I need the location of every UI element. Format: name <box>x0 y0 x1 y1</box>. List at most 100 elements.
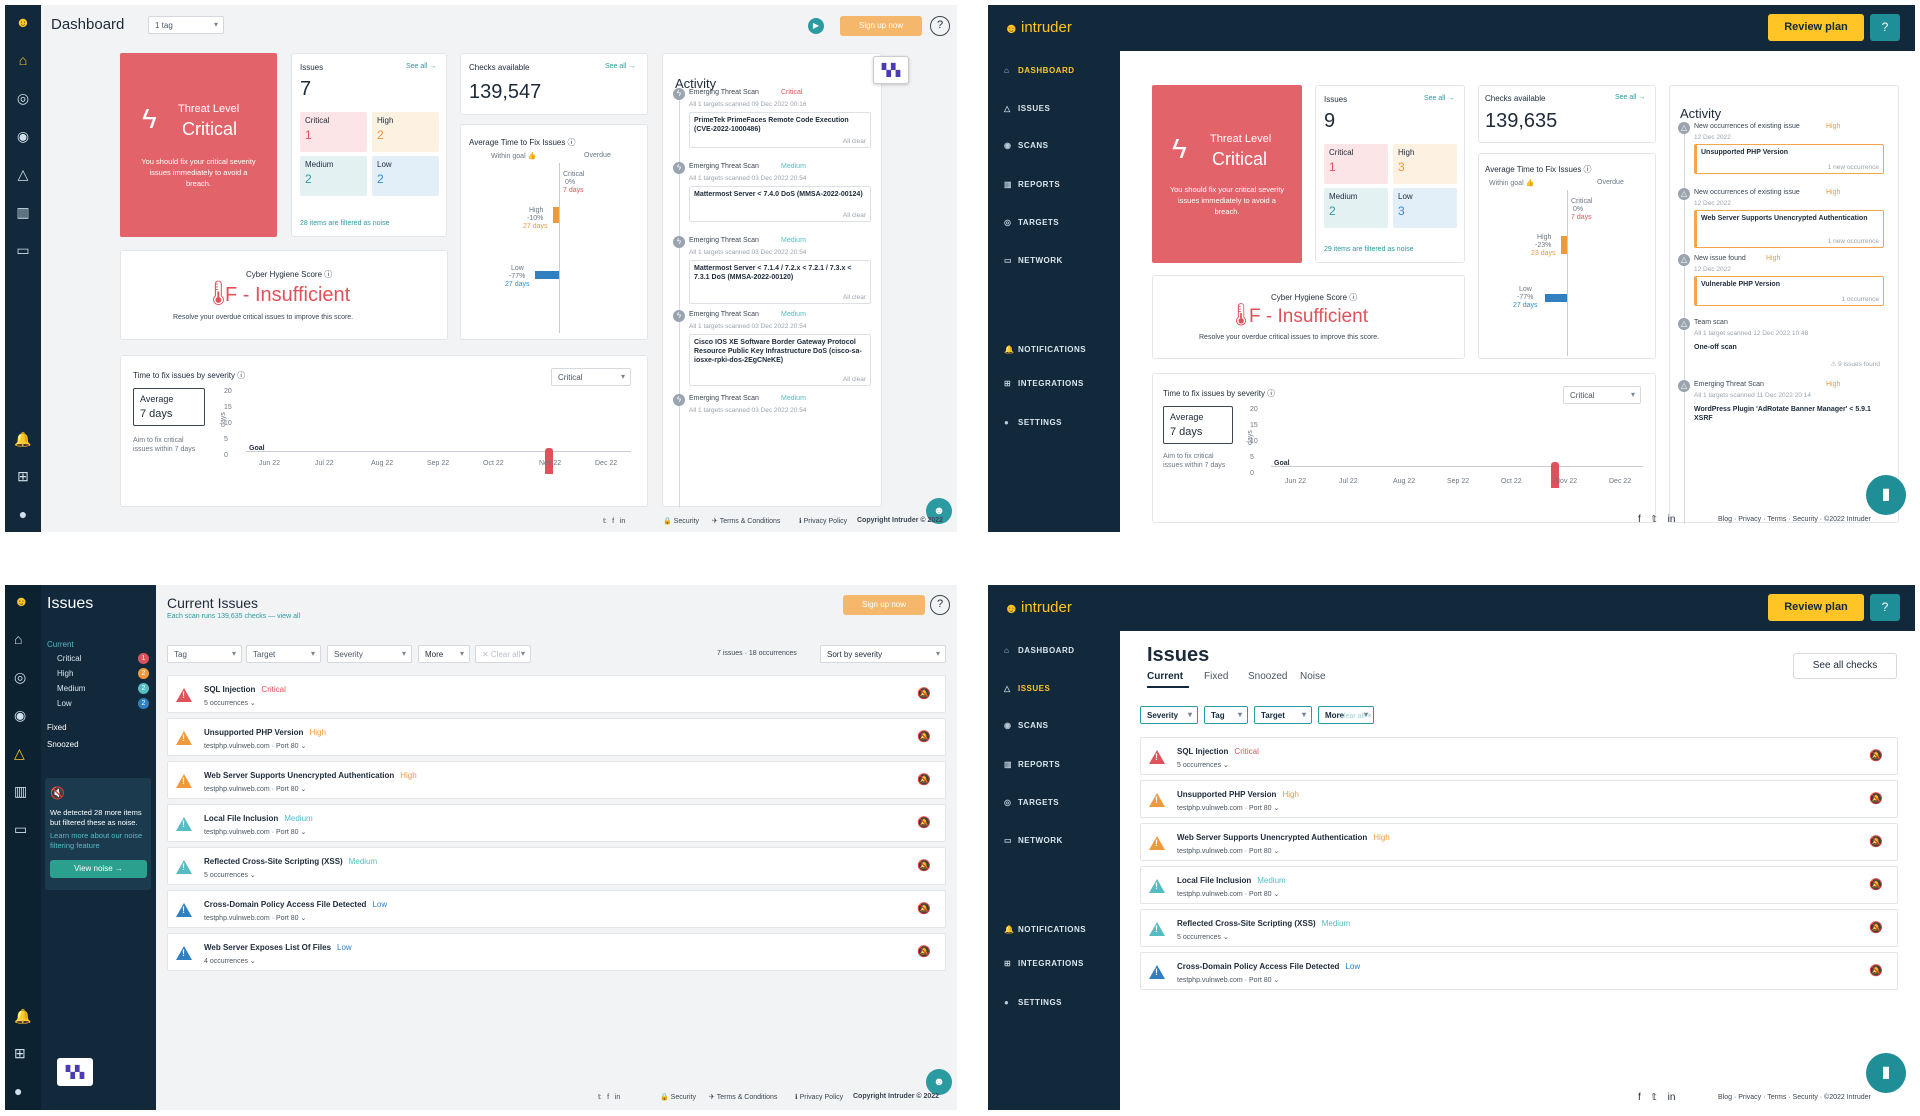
high-count-box[interactable]: High 2 <box>372 112 439 152</box>
issue-row[interactable]: SQL Injection Critical 5 occurrences ⌄ 🔕 <box>1140 737 1898 775</box>
side-medium[interactable]: Medium <box>57 684 85 693</box>
social-icons[interactable]: f 𝕥 in <box>1638 514 1675 525</box>
critical-count-box[interactable]: Critical 1 <box>1324 144 1388 184</box>
noise-link[interactable]: Learn more about our noise filtering fea… <box>50 831 148 851</box>
bell-icon[interactable]: 🔔 <box>14 430 32 448</box>
medium-count-box[interactable]: Medium 2 <box>1324 188 1388 228</box>
ttf-severity-select[interactable]: Critical <box>1563 386 1641 404</box>
issue-row[interactable]: Reflected Cross-Site Scripting (XSS) Medi… <box>167 847 946 885</box>
snooze-bell-off-icon[interactable]: 🔕 <box>1869 921 1883 934</box>
home-icon[interactable]: ⌂ <box>14 631 22 647</box>
clear-all-button[interactable]: Clear all ✕ <box>1339 712 1373 720</box>
issue-subtitle[interactable]: testphp.vulnweb.com · Port 80 ⌄ <box>204 742 306 750</box>
issue-subtitle[interactable]: testphp.vulnweb.com · Port 80 ⌄ <box>1177 890 1279 898</box>
nav-issues[interactable]: △ ISSUES <box>1004 104 1050 113</box>
page-subtitle[interactable]: Each scan runs 139,635 checks — view all <box>167 613 300 620</box>
integrations-icon[interactable]: ⊞ <box>14 1045 26 1062</box>
footer-terms-link[interactable]: ✈ Terms & Conditions <box>709 1093 777 1101</box>
nav-settings[interactable]: ● SETTINGS <box>1004 998 1062 1007</box>
help-icon[interactable]: ? <box>930 595 950 615</box>
issue-row[interactable]: Local File Inclusion Medium testphp.vulnwe… <box>167 804 946 842</box>
sort-select[interactable]: Sort by severity <box>820 645 946 663</box>
issue-row[interactable]: Web Server Supports Unencrypted Authenti… <box>167 761 946 799</box>
issue-row[interactable]: Reflected Cross-Site Scripting (XSS) Medi… <box>1140 909 1898 947</box>
ttf-severity-select[interactable]: Critical <box>551 368 631 386</box>
nav-integrations[interactable]: ⊞ INTEGRATIONS <box>1004 379 1084 388</box>
help-button[interactable]: ? <box>1870 594 1900 621</box>
intruder-logo-icon[interactable]: ☻ <box>1004 20 1019 36</box>
activity-finding[interactable]: Mattermost Server < 7.4.0 DoS (MMSA-2022… <box>689 186 871 222</box>
view-noise-button[interactable]: View noise → <box>50 860 147 878</box>
issue-subtitle[interactable]: 5 occurrences ⌄ <box>1177 933 1229 941</box>
tab-snoozed[interactable]: Snoozed <box>1248 671 1287 682</box>
help-button[interactable]: ? <box>1870 14 1900 41</box>
issue-row[interactable]: Web Server Exposes List Of Files Low 4 occ… <box>167 933 946 971</box>
activity-finding[interactable]: WordPress Plugin 'AdRotate Banner Manage… <box>1694 402 1884 426</box>
network-icon[interactable]: ▭ <box>14 241 32 259</box>
social-icons[interactable]: 𝕥 f in <box>603 517 625 525</box>
issue-row[interactable]: Local File Inclusion Medium testphp.vulnwe… <box>1140 866 1898 904</box>
issue-row[interactable]: Cross-Domain Policy Access File Detected… <box>167 890 946 928</box>
side-snoozed[interactable]: Snoozed <box>47 740 79 749</box>
nav-targets[interactable]: ◎ TARGETS <box>1004 798 1059 807</box>
snooze-bell-off-icon[interactable]: 🔕 <box>917 902 931 915</box>
target-filter[interactable]: Target <box>246 645 321 663</box>
filter-target[interactable]: Target <box>1254 706 1312 724</box>
tab-current[interactable]: Current <box>1147 671 1183 682</box>
nav-reports[interactable]: ▥ REPORTS <box>1004 180 1060 189</box>
user-icon[interactable]: ● <box>14 1083 22 1099</box>
tag-filter[interactable]: 1 tag <box>148 16 224 34</box>
issue-subtitle[interactable]: testphp.vulnweb.com · Port 80 ⌄ <box>1177 804 1279 812</box>
nav-integrations[interactable]: ⊞ INTEGRATIONS <box>1004 959 1084 968</box>
issue-row[interactable]: Cross-Domain Policy Access File Detected… <box>1140 952 1898 990</box>
chat-icon[interactable]: ☻ <box>926 1069 952 1095</box>
side-low[interactable]: Low <box>57 699 72 708</box>
issue-row[interactable]: Web Server Supports Unencrypted Authenti… <box>1140 823 1898 861</box>
activity-finding[interactable]: Cisco IOS XE Software Border Gateway Pro… <box>689 334 871 386</box>
footer-links[interactable]: Blog · Privacy · Terms · Security · ©202… <box>1718 1094 1871 1101</box>
scans-icon[interactable]: ◉ <box>14 127 32 145</box>
issue-subtitle[interactable]: testphp.vulnweb.com · Port 80 ⌄ <box>204 828 306 836</box>
issue-subtitle[interactable]: testphp.vulnweb.com · Port 80 ⌄ <box>1177 847 1279 855</box>
issues-icon[interactable]: △ <box>14 165 32 183</box>
footer-privacy-link[interactable]: ℹ Privacy Policy <box>795 1093 843 1101</box>
help-icon[interactable]: ? <box>930 16 950 36</box>
nav-scans[interactable]: ◉ SCANS <box>1004 721 1049 730</box>
intruder-logo-icon[interactable]: ☻ <box>1004 600 1019 616</box>
tab-noise[interactable]: Noise <box>1300 671 1326 682</box>
issue-row[interactable]: Unsupported PHP Version Hightestphp.vulnw… <box>1140 780 1898 818</box>
side-high[interactable]: High <box>57 669 73 678</box>
activity-finding[interactable]: Mattermost Server < 7.1.4 / 7.2.x < 7.2.… <box>689 260 871 304</box>
issue-subtitle[interactable]: 4 occurrences ⌄ <box>204 957 256 965</box>
social-icons[interactable]: 𝕥 f in <box>598 1093 620 1101</box>
activity-finding[interactable]: One-off scan ⚠ 9 issues found <box>1694 340 1884 370</box>
issue-row[interactable]: SQL Injection Critical 5 occurrences ⌄ 🔕 <box>167 675 946 713</box>
footer-security-link[interactable]: 🔒 Security <box>660 1093 696 1101</box>
issue-subtitle[interactable]: testphp.vulnweb.com · Port 80 ⌄ <box>1177 976 1279 984</box>
snooze-bell-off-icon[interactable]: 🔕 <box>917 859 931 872</box>
scans-icon[interactable]: ◉ <box>14 707 26 724</box>
tab-fixed[interactable]: Fixed <box>1204 671 1228 682</box>
signup-button[interactable]: Sign up now <box>840 16 922 36</box>
filter-tag[interactable]: Tag <box>1204 706 1248 724</box>
low-count-box[interactable]: Low 2 <box>372 156 439 196</box>
nav-network[interactable]: ▭ NETWORK <box>1004 256 1063 265</box>
tag-filter[interactable]: Tag <box>167 645 242 663</box>
review-plan-button[interactable]: Review plan <box>1768 594 1864 621</box>
user-icon[interactable]: ● <box>14 505 32 523</box>
snooze-bell-off-icon[interactable]: 🔕 <box>1869 878 1883 891</box>
more-filter[interactable]: More <box>418 645 470 663</box>
footer-privacy-link[interactable]: ℹ Privacy Policy <box>799 517 847 525</box>
targets-icon[interactable]: ◎ <box>14 89 32 107</box>
issue-subtitle[interactable]: testphp.vulnweb.com · Port 80 ⌄ <box>204 914 306 922</box>
activity-finding[interactable]: Web Server Supports Unencrypted Authenti… <box>1694 210 1884 248</box>
snooze-bell-off-icon[interactable]: 🔕 <box>917 945 931 958</box>
snooze-bell-off-icon[interactable]: 🔕 <box>917 730 931 743</box>
noise-note-link[interactable]: 29 items are filtered as noise <box>1324 246 1414 253</box>
issue-subtitle[interactable]: testphp.vulnweb.com · Port 80 ⌄ <box>204 785 306 793</box>
side-current[interactable]: Current <box>47 640 74 649</box>
chat-icon[interactable]: ▮ <box>1866 475 1906 515</box>
nav-reports[interactable]: ▥ REPORTS <box>1004 760 1060 769</box>
nav-notifications[interactable]: 🔔 NOTIFICATIONS <box>1004 925 1086 934</box>
issue-subtitle[interactable]: 5 occurrences ⌄ <box>204 871 256 879</box>
